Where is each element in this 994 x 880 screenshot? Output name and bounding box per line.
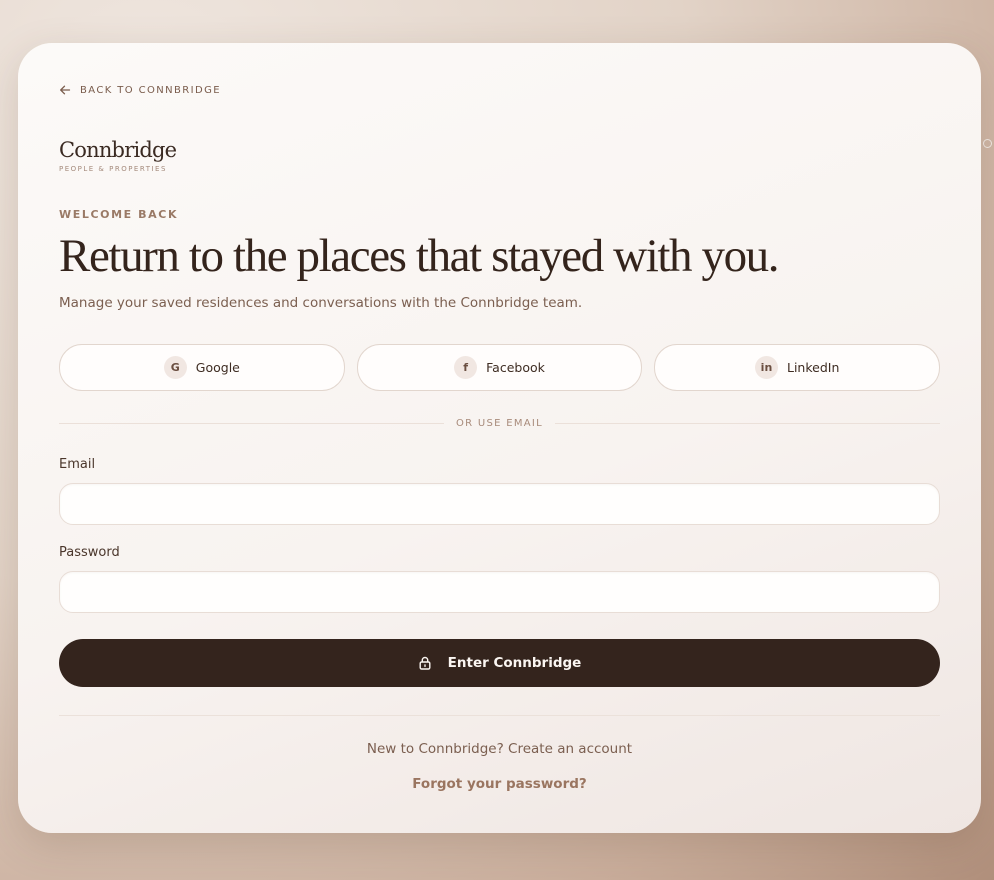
password-label: Password (59, 545, 120, 560)
divider-line-left (59, 422, 444, 424)
submit-button-label: Enter Connbridge (447, 655, 582, 671)
eyebrow-text: WELCOME BACK (59, 208, 179, 221)
divider-text: OR USE EMAIL (455, 417, 544, 429)
brand-name: Connbridge (59, 138, 177, 162)
login-card: BACK TO CONNBRIDGE Connbridge PEOPLE & P… (18, 43, 981, 833)
brand-tagline: PEOPLE & PROPERTIES (59, 165, 167, 173)
decorative-ring (983, 139, 992, 148)
forgot-password-row: Forgot your password? (59, 773, 940, 792)
email-field[interactable] (59, 483, 940, 525)
email-label: Email (59, 457, 96, 472)
arrow-left-icon (60, 85, 71, 95)
facebook-login-label: Facebook (486, 360, 545, 375)
create-account-link[interactable]: New to Connbridge? Create an account (59, 741, 940, 757)
page-title: Return to the places that stayed with yo… (59, 230, 780, 282)
linkedin-login-label: LinkedIn (786, 360, 840, 375)
social-login-group: G Google f Facebook in LinkedIn (59, 344, 941, 391)
back-link[interactable]: BACK TO CONNBRIDGE (59, 84, 221, 96)
facebook-icon: f (454, 356, 478, 379)
submit-button[interactable]: Enter Connbridge (59, 639, 940, 687)
linkedin-login-button[interactable]: in LinkedIn (654, 344, 941, 391)
linkedin-icon: in (754, 356, 778, 379)
google-icon: G (163, 356, 187, 379)
brand-logo: Connbridge PEOPLE & PROPERTIES (59, 138, 177, 173)
divider-line-right (555, 422, 941, 424)
footer-divider (59, 715, 940, 716)
password-field[interactable] (59, 571, 940, 613)
facebook-login-button[interactable]: f Facebook (356, 344, 643, 391)
or-divider: OR USE EMAIL (59, 416, 941, 430)
lock-icon (419, 656, 431, 670)
google-login-button[interactable]: G Google (59, 344, 345, 391)
forgot-password-link[interactable]: Forgot your password? (412, 776, 587, 792)
google-login-label: Google (195, 360, 240, 375)
page-subtitle: Manage your saved residences and convers… (59, 295, 583, 311)
back-link-label: BACK TO CONNBRIDGE (80, 84, 221, 96)
